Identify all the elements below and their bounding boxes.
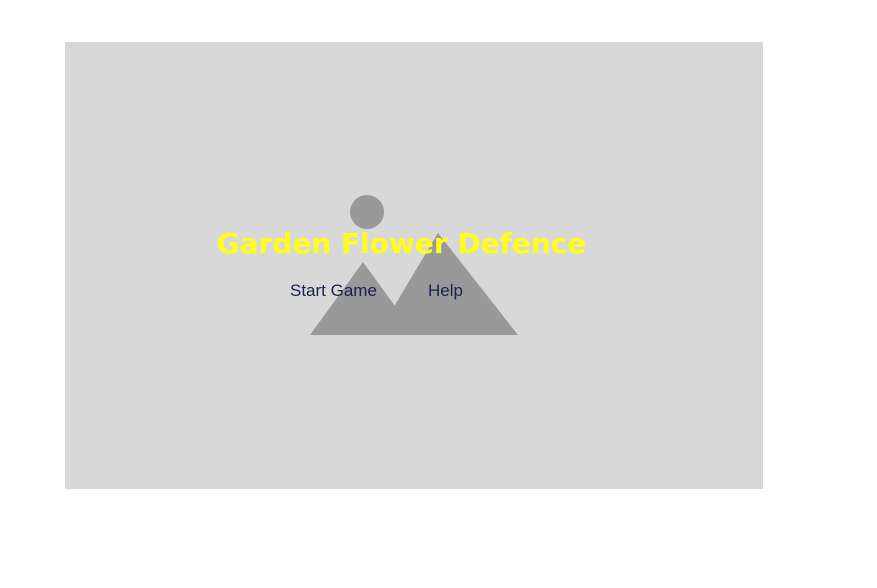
image-placeholder-icon [310,195,518,335]
help-button[interactable]: Help [428,280,463,302]
game-title: Garden Flower Defence [216,227,587,260]
placeholder-sun-circle [350,195,384,229]
start-game-button[interactable]: Start Game [290,280,377,302]
game-stage: Garden Flower Defence Start Game Help [65,42,763,489]
